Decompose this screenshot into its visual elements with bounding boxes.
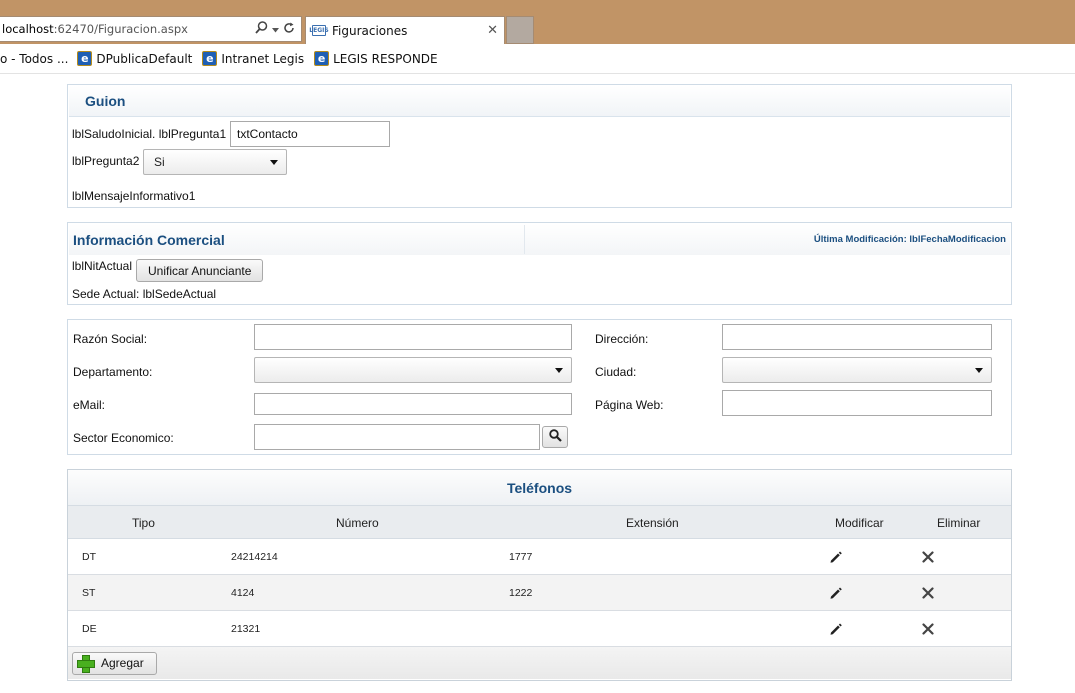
- column-extension[interactable]: Extensión: [626, 506, 679, 539]
- sede-actual-label: Sede Actual: lblSedeActual: [72, 287, 217, 301]
- informacion-comercial-panel: Información Comercial Última Modificació…: [67, 222, 1012, 305]
- nit-actual-label: lblNitActual: [72, 259, 133, 273]
- sector-economico-input[interactable]: [254, 424, 540, 450]
- new-tab-button[interactable]: [506, 16, 534, 44]
- delete-x-icon[interactable]: [922, 539, 934, 575]
- departamento-label: Departamento:: [73, 365, 153, 379]
- cell-numero: 24214214: [231, 551, 278, 563]
- guion-header: Guion: [69, 86, 1010, 117]
- refresh-icon[interactable]: [283, 22, 295, 37]
- ultima-modificacion: Última Modificación: lblFechaModificacio…: [813, 234, 1006, 245]
- address-bar[interactable]: localhost:62470/Figuracion.aspx: [0, 16, 302, 42]
- edit-pencil-icon[interactable]: [829, 611, 842, 647]
- telefonos-footer: Agregar: [68, 647, 1011, 679]
- delete-x-icon[interactable]: [922, 611, 934, 647]
- table-row: DT 24214214 1777: [68, 539, 1011, 575]
- guion-title: Guion: [85, 93, 126, 109]
- datos-form-panel: Razón Social: Dirección: Departamento: C…: [67, 319, 1012, 455]
- telefonos-column-headers: Tipo Número Extensión Modificar Eliminar: [68, 506, 1011, 539]
- column-eliminar: Eliminar: [937, 515, 981, 530]
- chevron-down-icon: [270, 159, 278, 165]
- telefonos-panel: Teléfonos Tipo Número Extensión Modifica…: [67, 469, 1012, 681]
- pagina-web-label: Página Web:: [595, 398, 664, 412]
- cell-numero: 21321: [231, 623, 261, 635]
- comercial-title: Información Comercial: [73, 231, 225, 248]
- email-label: eMail:: [73, 398, 106, 412]
- column-numero[interactable]: Número: [336, 506, 379, 539]
- cell-extension: 1777: [509, 551, 533, 563]
- departamento-select[interactable]: [254, 357, 572, 383]
- sector-search-button[interactable]: [542, 426, 568, 448]
- chevron-down-icon: [555, 367, 563, 373]
- favorite-item-intranet[interactable]: e Intranet Legis: [202, 51, 304, 66]
- cell-tipo: DT: [82, 551, 96, 563]
- mensaje-informativo-label: lblMensajeInformativo1: [72, 189, 196, 203]
- ciudad-select[interactable]: [722, 357, 992, 383]
- dropdown-arrow-icon[interactable]: [272, 22, 279, 36]
- column-tipo[interactable]: Tipo: [132, 506, 155, 539]
- favorite-item-dpublica[interactable]: e DPublicaDefault: [77, 51, 192, 66]
- table-row: ST 4124 1222: [68, 575, 1011, 611]
- favorite-label: DPublicaDefault: [96, 51, 193, 66]
- cell-tipo: DE: [82, 623, 97, 635]
- cell-extension: 1222: [509, 587, 533, 599]
- guion-panel: Guion lblSaludoInicial. lblPregunta1 txt…: [67, 84, 1012, 208]
- edit-pencil-icon[interactable]: [829, 575, 842, 611]
- favorites-bar: o - Todos ... e DPublicaDefault e Intran…: [0, 44, 1075, 74]
- contacto-input[interactable]: txtContacto: [230, 121, 390, 147]
- pregunta2-select[interactable]: Si: [143, 149, 287, 175]
- table-row: DE 21321: [68, 611, 1011, 647]
- pregunta2-label: lblPregunta2: [72, 154, 140, 168]
- favorite-label: o - Todos ...: [0, 51, 69, 66]
- direccion-label: Dirección:: [595, 332, 649, 346]
- ie-page-icon: e: [202, 51, 218, 66]
- chevron-down-icon: [975, 367, 983, 373]
- cell-numero: 4124: [231, 587, 255, 599]
- favorite-item-legis-responde[interactable]: e LEGIS RESPONDE: [314, 51, 438, 66]
- comercial-header: Información Comercial Última Modificació…: [69, 224, 1010, 255]
- cell-tipo: ST: [82, 587, 96, 599]
- tab-title: Figuraciones: [332, 23, 408, 38]
- agregar-label: Agregar: [101, 656, 144, 670]
- telefonos-title: Teléfonos: [506, 479, 573, 496]
- tab-figuraciones[interactable]: LEGIS Figuraciones ✕: [305, 16, 505, 44]
- ciudad-label: Ciudad:: [595, 365, 637, 379]
- legis-favicon-icon: LEGIS: [309, 25, 329, 36]
- address-host: localhost: [2, 22, 54, 36]
- pregunta1-label: lblPregunta1: [158, 127, 227, 141]
- razon-social-label: Razón Social:: [73, 332, 148, 346]
- favorite-item-todos[interactable]: o - Todos ...: [0, 52, 68, 66]
- telefonos-header: Teléfonos: [68, 470, 1011, 506]
- favorite-label: LEGIS RESPONDE: [333, 51, 438, 66]
- email-input[interactable]: [254, 393, 572, 415]
- direccion-input[interactable]: [722, 324, 992, 350]
- sector-economico-label: Sector Economico:: [73, 431, 174, 445]
- razon-social-input[interactable]: [254, 324, 572, 350]
- ie-page-icon: e: [77, 51, 93, 66]
- favorite-label: Intranet Legis: [221, 51, 305, 66]
- search-icon[interactable]: [255, 21, 268, 37]
- search-icon: [548, 429, 562, 445]
- edit-pencil-icon[interactable]: [829, 539, 842, 575]
- pregunta2-selected: Si: [154, 155, 165, 169]
- header-divider: [524, 225, 525, 254]
- column-modificar: Modificar: [835, 515, 884, 530]
- saludo-inicial-label: lblSaludoInicial.: [72, 127, 156, 141]
- address-path: :62470/Figuracion.aspx: [53, 22, 188, 36]
- agregar-button[interactable]: Agregar: [72, 651, 157, 675]
- delete-x-icon[interactable]: [922, 575, 934, 611]
- close-tab-icon[interactable]: ✕: [487, 23, 498, 38]
- pagina-web-input[interactable]: [722, 390, 992, 416]
- add-plus-icon: [77, 655, 95, 673]
- ie-page-icon: e: [314, 51, 330, 66]
- unificar-anunciante-button[interactable]: Unificar Anunciante: [136, 259, 264, 282]
